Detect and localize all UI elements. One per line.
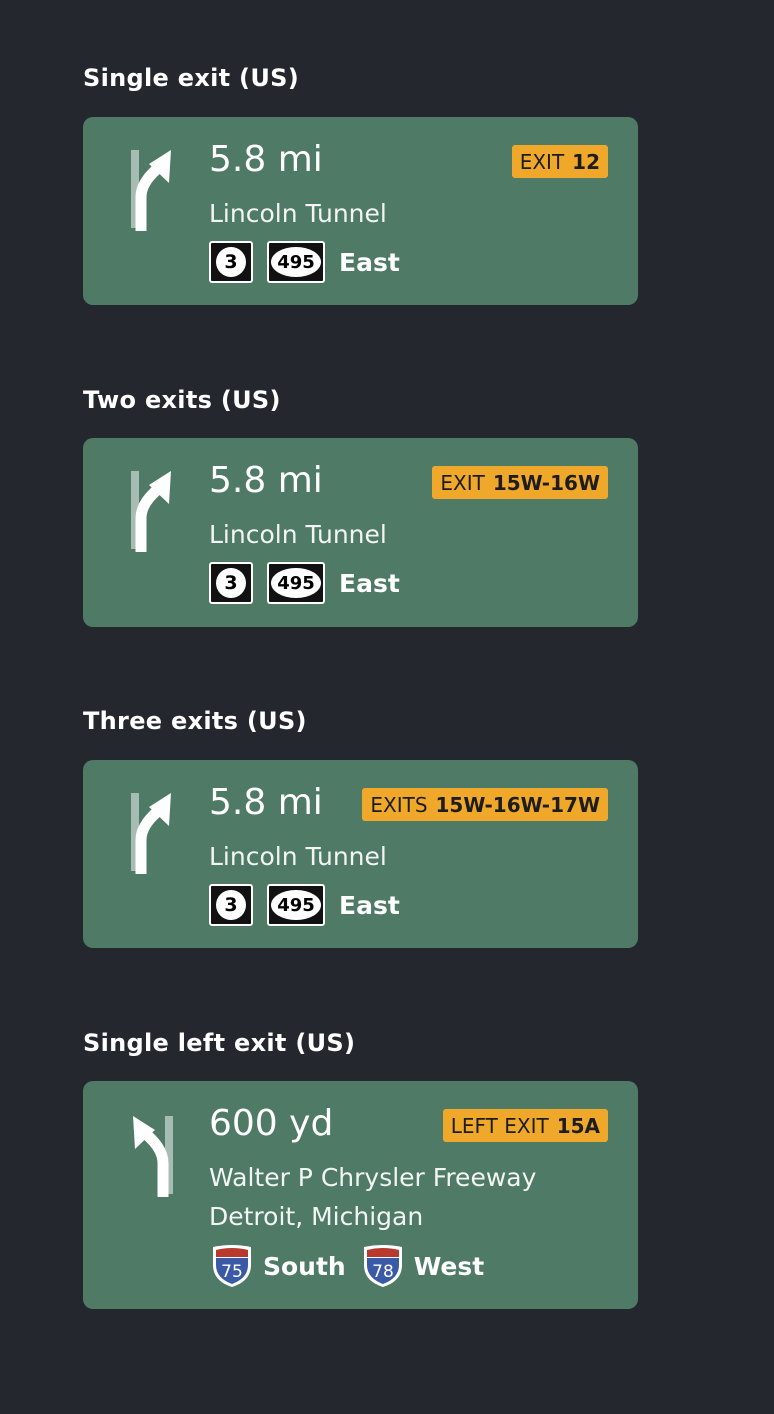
interstate-number: 78 bbox=[372, 1262, 394, 1282]
interstate-shield-icon: 75 bbox=[213, 1245, 251, 1287]
route-direction: South bbox=[263, 1251, 346, 1281]
route-shields: 75 South 78 West bbox=[209, 1243, 498, 1289]
exit-kind: LEFT EXIT bbox=[450, 1113, 549, 1138]
slight-right-arrow-icon bbox=[131, 793, 171, 874]
state-route-number: 3 bbox=[216, 890, 246, 920]
exit-number: 12 bbox=[572, 149, 600, 174]
exit-kind: EXIT bbox=[440, 470, 485, 495]
distance: 600 yd bbox=[209, 1103, 334, 1144]
exit-badge: EXIT 12 bbox=[511, 145, 608, 178]
street-name: Walter P Chrysler Freeway bbox=[209, 1163, 537, 1192]
exit-badge: LEFT EXIT 15A bbox=[442, 1109, 608, 1142]
exit-kind: EXITS bbox=[370, 792, 428, 817]
distance: 5.8 mi bbox=[209, 782, 323, 823]
state-route-number: 495 bbox=[271, 247, 321, 277]
slight-left-arrow-icon bbox=[133, 1116, 173, 1197]
distance: 5.8 mi bbox=[209, 139, 323, 180]
slight-right-arrow-icon bbox=[131, 471, 171, 552]
exit-number: 15W-16W-17W bbox=[435, 792, 600, 817]
section-title-two-exits: Two exits (US) bbox=[83, 386, 281, 414]
route-direction: East bbox=[339, 890, 400, 920]
route-shields: 3 495 East bbox=[209, 241, 414, 283]
maneuver-card-three-exits[interactable]: 5.8 mi EXITS 15W-16W-17W Lincoln Tunnel … bbox=[83, 760, 638, 948]
state-route-number: 3 bbox=[216, 247, 246, 277]
route-direction: East bbox=[339, 247, 400, 277]
state-route-number: 3 bbox=[216, 568, 246, 598]
exit-number: 15A bbox=[556, 1113, 600, 1138]
route-direction: East bbox=[339, 568, 400, 598]
interstate-number: 75 bbox=[221, 1262, 243, 1282]
interstate-shield-icon: 78 bbox=[363, 1245, 402, 1287]
state-route-oval-shield-icon: 495 bbox=[267, 562, 325, 604]
distance: 5.8 mi bbox=[209, 460, 323, 501]
exit-kind: EXIT bbox=[519, 149, 565, 174]
maneuver-card-single-left-exit[interactable]: 600 yd LEFT EXIT 15A Walter P Chrysler F… bbox=[83, 1081, 638, 1309]
state-route-shield-icon: 3 bbox=[209, 241, 253, 283]
street-name: Lincoln Tunnel bbox=[209, 520, 387, 549]
route-direction: West bbox=[413, 1251, 485, 1281]
state-route-shield-icon: 3 bbox=[209, 562, 253, 604]
street-name: Lincoln Tunnel bbox=[209, 842, 387, 871]
state-route-number: 495 bbox=[271, 568, 321, 598]
maneuver-card-single-exit[interactable]: 5.8 mi EXIT 12 Lincoln Tunnel 3 495 East bbox=[83, 117, 638, 305]
state-route-number: 495 bbox=[271, 890, 321, 920]
exit-badge: EXIT 15W-16W bbox=[432, 466, 608, 499]
state-route-oval-shield-icon: 495 bbox=[267, 884, 325, 926]
slight-right-arrow-icon bbox=[131, 150, 171, 231]
exit-badge: EXITS 15W-16W-17W bbox=[362, 788, 608, 821]
section-title-three-exits: Three exits (US) bbox=[83, 707, 307, 735]
exit-number: 15W-16W bbox=[492, 470, 600, 495]
state-route-oval-shield-icon: 495 bbox=[267, 241, 325, 283]
route-shields: 3 495 East bbox=[209, 884, 414, 926]
state-route-shield-icon: 3 bbox=[209, 884, 253, 926]
section-title-single-exit: Single exit (US) bbox=[83, 64, 299, 92]
street-locality: Detroit, Michigan bbox=[209, 1202, 424, 1231]
maneuver-card-two-exits[interactable]: 5.8 mi EXIT 15W-16W Lincoln Tunnel 3 495… bbox=[83, 438, 638, 627]
street-name: Lincoln Tunnel bbox=[209, 199, 387, 228]
section-title-single-left-exit: Single left exit (US) bbox=[83, 1029, 356, 1057]
route-shields: 3 495 East bbox=[209, 562, 414, 604]
